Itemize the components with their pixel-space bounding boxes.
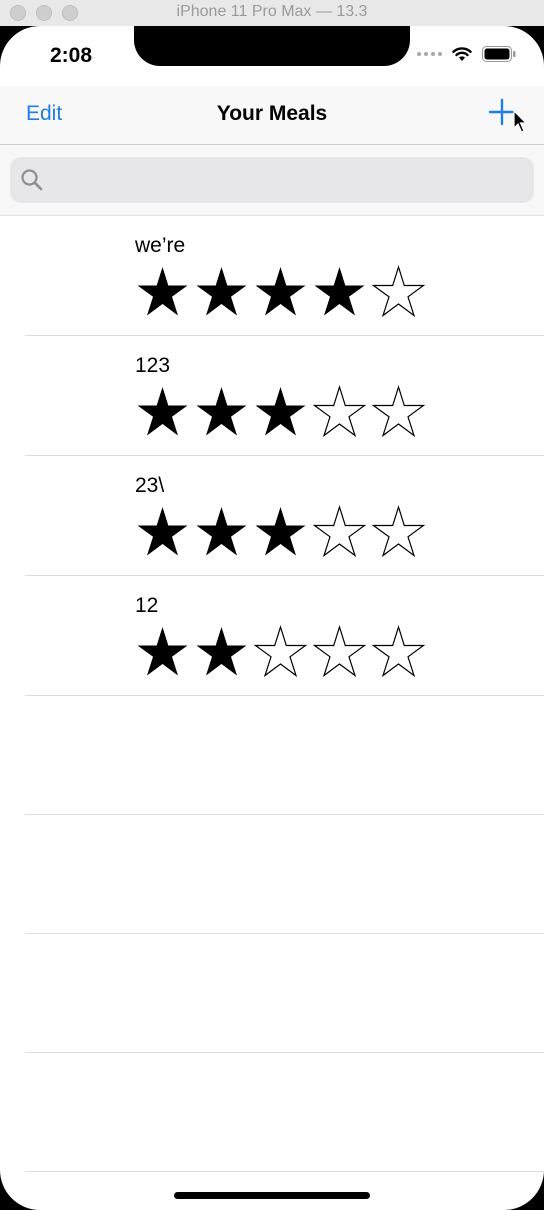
filled-star-icon[interactable] bbox=[253, 384, 308, 441]
search-input[interactable] bbox=[56, 157, 520, 205]
navigation-bar: Edit Your Meals bbox=[0, 86, 544, 145]
wifi-icon bbox=[452, 46, 472, 61]
search-icon bbox=[21, 169, 43, 191]
rating-control bbox=[135, 264, 426, 321]
empty-row bbox=[25, 934, 544, 1053]
filled-star-icon[interactable] bbox=[135, 624, 190, 681]
filled-star-icon[interactable] bbox=[194, 264, 249, 321]
table-row[interactable]: 123 bbox=[25, 336, 544, 456]
add-meal-button[interactable] bbox=[488, 98, 516, 126]
empty-row bbox=[25, 696, 544, 815]
table-row[interactable]: 12 bbox=[25, 576, 544, 696]
phone-screen: 2:08 Edit Your Meals we’re 123 23\ 12 bbox=[0, 26, 544, 1210]
empty-row bbox=[25, 1053, 544, 1172]
search-bar bbox=[0, 145, 544, 216]
filled-star-icon[interactable] bbox=[135, 384, 190, 441]
filled-star-icon[interactable] bbox=[194, 624, 249, 681]
search-field[interactable] bbox=[10, 157, 534, 205]
page-title: Your Meals bbox=[216, 102, 328, 125]
rating-control bbox=[135, 384, 426, 441]
rating-control bbox=[135, 504, 426, 561]
table-row[interactable]: we’re bbox=[25, 216, 544, 336]
meal-name: 123 bbox=[135, 354, 171, 377]
empty-star-icon[interactable] bbox=[253, 624, 308, 681]
empty-star-icon[interactable] bbox=[371, 264, 426, 321]
filled-star-icon[interactable] bbox=[312, 264, 367, 321]
battery-icon bbox=[482, 46, 516, 62]
meal-list: we’re 123 23\ 12 bbox=[0, 216, 544, 1172]
home-indicator[interactable] bbox=[174, 1192, 370, 1199]
status-indicators bbox=[417, 46, 516, 62]
status-time: 2:08 bbox=[50, 44, 93, 67]
filled-star-icon[interactable] bbox=[253, 264, 308, 321]
cellular-signal-icon bbox=[417, 52, 442, 56]
simulator-title-bar: iPhone 11 Pro Max — 13.3 bbox=[0, 0, 544, 27]
empty-star-icon[interactable] bbox=[312, 624, 367, 681]
meal-name: 23\ bbox=[135, 474, 165, 497]
empty-star-icon[interactable] bbox=[312, 504, 367, 561]
table-row[interactable]: 23\ bbox=[25, 456, 544, 576]
device-frame: 2:08 Edit Your Meals we’re 123 23\ 12 bbox=[0, 26, 544, 1210]
filled-star-icon[interactable] bbox=[194, 384, 249, 441]
notch bbox=[134, 26, 410, 66]
meal-name: we’re bbox=[135, 234, 186, 257]
empty-star-icon[interactable] bbox=[371, 504, 426, 561]
empty-star-icon[interactable] bbox=[312, 384, 367, 441]
rating-control bbox=[135, 624, 426, 681]
empty-row bbox=[25, 815, 544, 934]
filled-star-icon[interactable] bbox=[135, 264, 190, 321]
filled-star-icon[interactable] bbox=[194, 504, 249, 561]
mouse-pointer-icon bbox=[513, 110, 528, 133]
meal-name: 12 bbox=[135, 594, 159, 617]
window-title: iPhone 11 Pro Max — 13.3 bbox=[176, 3, 368, 20]
filled-star-icon[interactable] bbox=[253, 504, 308, 561]
filled-star-icon[interactable] bbox=[135, 504, 190, 561]
empty-star-icon[interactable] bbox=[371, 384, 426, 441]
empty-star-icon[interactable] bbox=[371, 624, 426, 681]
